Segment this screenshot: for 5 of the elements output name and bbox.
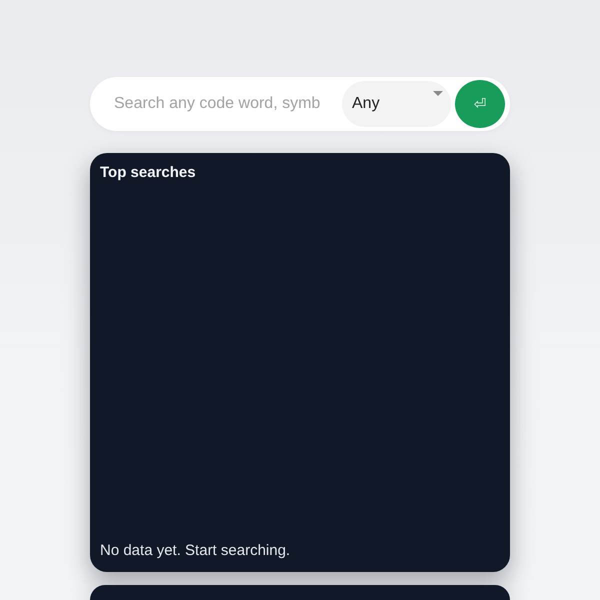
- panel-title: Top searches: [100, 163, 197, 183]
- search-bar[interactable]: Search any code word, symb Any ⏎: [90, 77, 510, 131]
- caret-icon: [433, 91, 443, 96]
- filter-dropdown[interactable]: Any: [342, 81, 451, 127]
- empty-message: No data yet. Start searching.: [100, 542, 292, 560]
